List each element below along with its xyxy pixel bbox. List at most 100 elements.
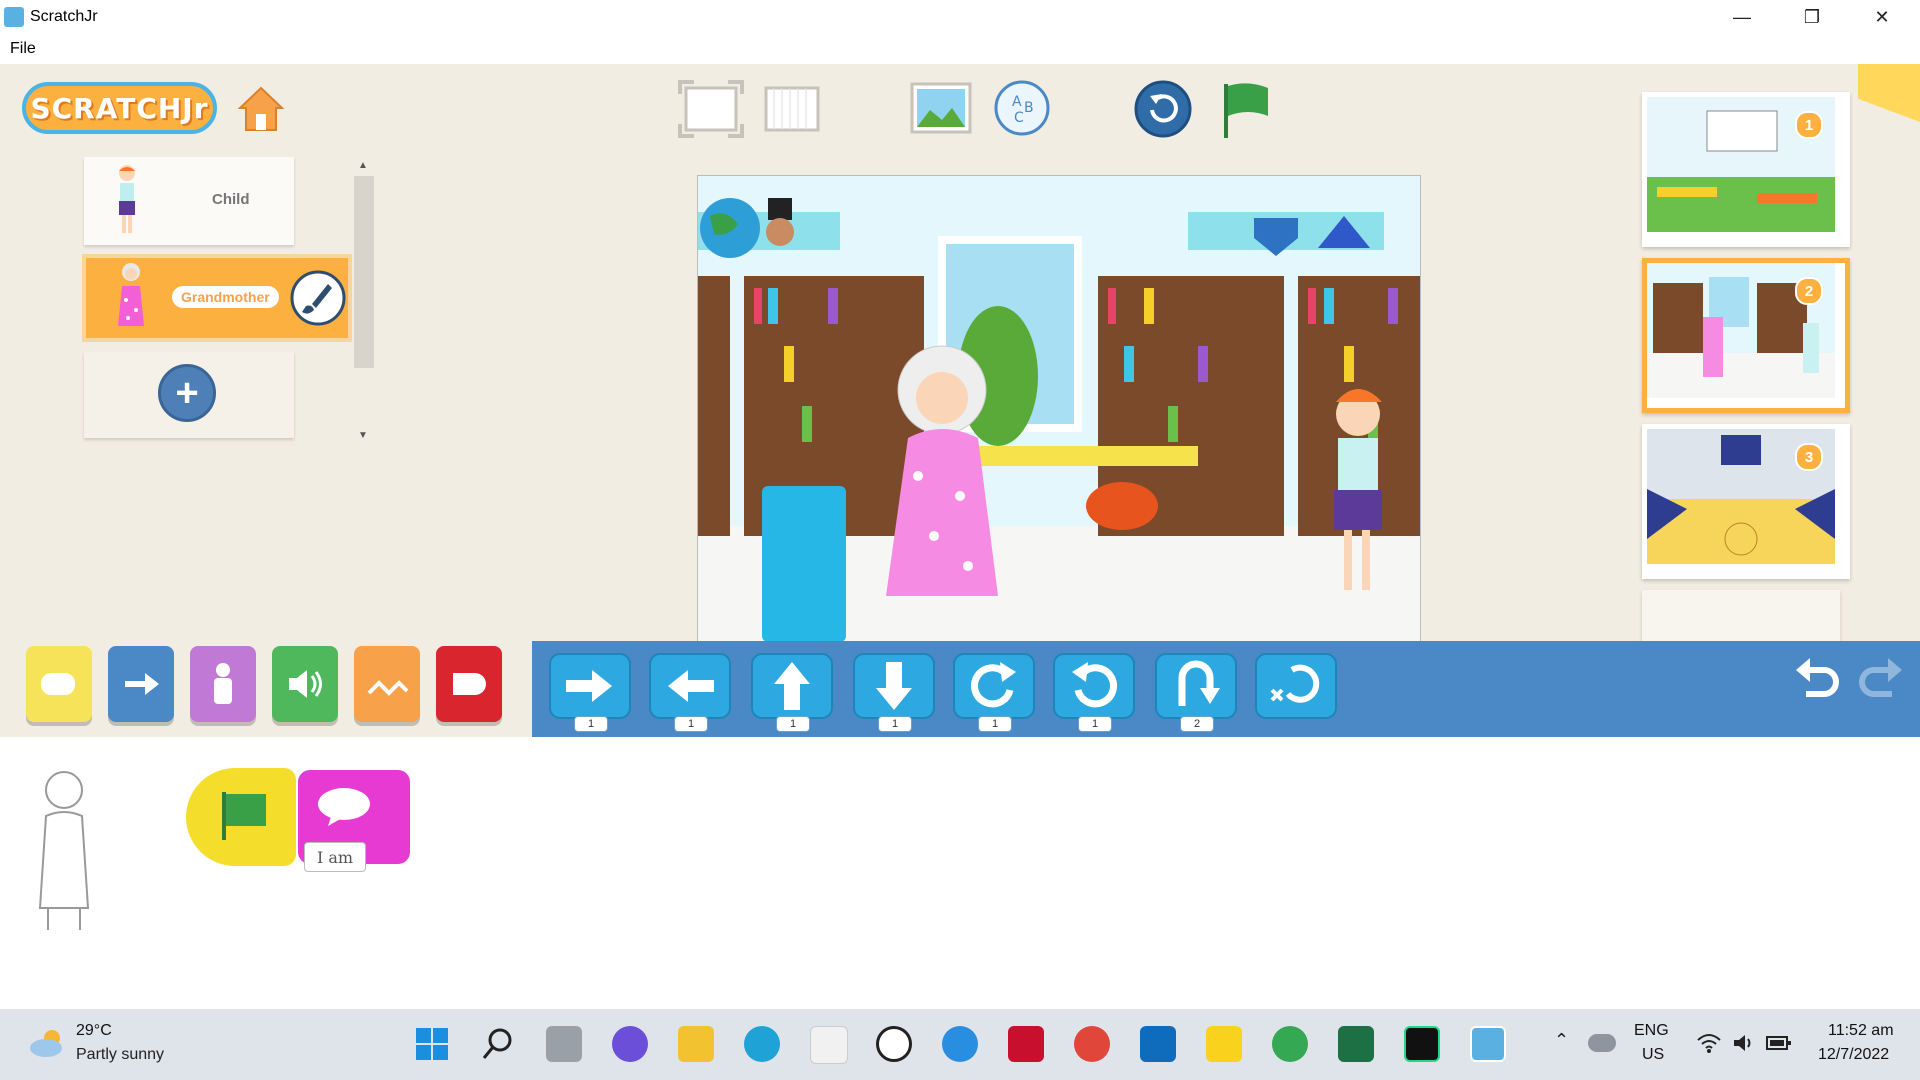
excel-icon[interactable]: [1338, 1026, 1374, 1062]
block-count[interactable]: 1: [1078, 716, 1112, 732]
move-left-icon: [649, 653, 731, 719]
paint-brush-icon[interactable]: [290, 270, 346, 326]
close-button[interactable]: ✕: [1847, 0, 1917, 34]
category-triggering[interactable]: [26, 646, 92, 722]
add-sprite-slot: +: [84, 352, 294, 438]
weather-icon[interactable]: [28, 1028, 68, 1058]
block-count[interactable]: 1: [574, 716, 608, 732]
task-view-icon[interactable]: [546, 1026, 582, 1062]
add-page-slot[interactable]: [1642, 590, 1840, 641]
when-green-flag-block[interactable]: [186, 768, 296, 866]
block-count[interactable]: 1: [674, 716, 708, 732]
speaker-icon: [289, 670, 322, 698]
title-bar: [0, 0, 1920, 35]
turn-right-block[interactable]: 1: [952, 650, 1036, 732]
green-flag-icon[interactable]: [1220, 80, 1272, 140]
category-control[interactable]: [354, 646, 420, 722]
category-end[interactable]: [436, 646, 502, 722]
chrome-profile-l-icon[interactable]: [1272, 1026, 1308, 1062]
sticky-notes-icon[interactable]: [1206, 1026, 1242, 1062]
block-count[interactable]: 2: [1180, 716, 1214, 732]
sprite-item-child[interactable]: Child: [84, 157, 294, 245]
move-down-icon: [853, 653, 935, 719]
clock-date[interactable]: 12/7/2022: [1818, 1046, 1889, 1064]
page-number-badge: 1: [1795, 111, 1823, 139]
scroll-up-arrow[interactable]: ▲: [358, 160, 368, 171]
right-arrow-icon: [125, 673, 159, 695]
sprite-label-grandmother: Grandmother: [172, 286, 279, 308]
store-icon[interactable]: [810, 1026, 848, 1064]
wifi-icon[interactable]: [1696, 1032, 1722, 1054]
move-up-block[interactable]: 1: [750, 650, 834, 732]
page-number-badge: 2: [1795, 277, 1823, 305]
minimize-button[interactable]: —: [1707, 0, 1777, 34]
control-icon: [367, 680, 409, 696]
category-motion[interactable]: [108, 646, 174, 722]
search-icon[interactable]: [480, 1026, 516, 1062]
outlook-icon[interactable]: [1140, 1026, 1176, 1062]
move-left-block[interactable]: 1: [648, 650, 732, 732]
volume-icon[interactable]: [1732, 1032, 1756, 1054]
battery-icon[interactable]: [1766, 1034, 1792, 1052]
redo-icon[interactable]: [1856, 656, 1906, 702]
grid-icon[interactable]: [764, 86, 820, 132]
window-title: ScratchJr: [30, 8, 98, 25]
mcafee-icon[interactable]: [1008, 1026, 1044, 1062]
svg-text:B: B: [1024, 100, 1034, 116]
weather-description[interactable]: Partly sunny: [76, 1046, 164, 1064]
scratchjr-taskbar-icon[interactable]: [1470, 1026, 1506, 1062]
child-sprite-icon: [119, 165, 135, 233]
pycharm-icon[interactable]: [1404, 1026, 1440, 1062]
sprite-label-child: Child: [212, 191, 250, 208]
say-text-field[interactable]: I am: [304, 842, 366, 872]
clock-time[interactable]: 11:52 am: [1828, 1022, 1894, 1040]
category-sound[interactable]: [272, 646, 338, 722]
page-thumbnail-3[interactable]: 3: [1642, 424, 1850, 579]
move-right-block[interactable]: 1: [548, 650, 632, 732]
move-up-icon: [751, 653, 833, 719]
block-count[interactable]: 1: [878, 716, 912, 732]
scroll-down-arrow[interactable]: ▼: [358, 430, 368, 441]
app-icon: [4, 7, 24, 27]
language-region[interactable]: US: [1642, 1046, 1664, 1064]
go-home-block[interactable]: [1254, 650, 1338, 722]
block-count[interactable]: 1: [978, 716, 1012, 732]
sprite-item-grandmother[interactable]: Grandmother: [82, 254, 352, 342]
page-number-badge: 3: [1795, 443, 1823, 471]
add-sprite-button[interactable]: +: [158, 364, 216, 422]
restore-button[interactable]: ❐: [1777, 0, 1847, 34]
page-thumbnail-1[interactable]: 1: [1642, 92, 1850, 247]
speech-bubble-icon: [318, 788, 370, 826]
abc-text-icon[interactable]: A B C: [994, 80, 1050, 136]
home-icon[interactable]: [236, 84, 286, 134]
grandmother-sprite-icon: [118, 263, 144, 326]
weather-temperature[interactable]: 29°C: [76, 1022, 112, 1040]
menu-file[interactable]: File: [10, 40, 36, 58]
windows-start-icon[interactable]: [414, 1026, 450, 1062]
undo-icon[interactable]: [1792, 656, 1842, 702]
move-right-icon: [549, 653, 631, 719]
category-looks[interactable]: [190, 646, 256, 722]
chrome-profile-r-icon[interactable]: [1074, 1026, 1110, 1062]
hop-block[interactable]: 2: [1154, 650, 1238, 732]
turn-left-icon: [1053, 653, 1135, 719]
turn-right-icon: [953, 653, 1035, 719]
chat-icon[interactable]: [612, 1026, 648, 1062]
help-icon[interactable]: [942, 1026, 978, 1062]
background-picture-icon[interactable]: [910, 82, 972, 134]
move-down-block[interactable]: 1: [852, 650, 936, 732]
turn-left-block[interactable]: 1: [1052, 650, 1136, 732]
reset-characters-icon[interactable]: [1134, 80, 1192, 138]
show-hidden-icons[interactable]: ⌃: [1554, 1030, 1569, 1051]
full-screen-icon[interactable]: [678, 80, 744, 138]
svg-text:A: A: [1012, 94, 1022, 110]
page-thumbnail-2[interactable]: 2: [1642, 258, 1850, 413]
sprite-list-scrollbar[interactable]: [354, 176, 374, 368]
app-circle-icon[interactable]: [876, 1026, 912, 1062]
block-count[interactable]: 1: [776, 716, 810, 732]
edge-browser-icon[interactable]: [744, 1026, 780, 1062]
file-explorer-icon[interactable]: [678, 1026, 714, 1062]
language-indicator[interactable]: ENG: [1634, 1022, 1669, 1040]
stage[interactable]: [697, 175, 1421, 643]
onedrive-icon[interactable]: [1588, 1034, 1616, 1052]
